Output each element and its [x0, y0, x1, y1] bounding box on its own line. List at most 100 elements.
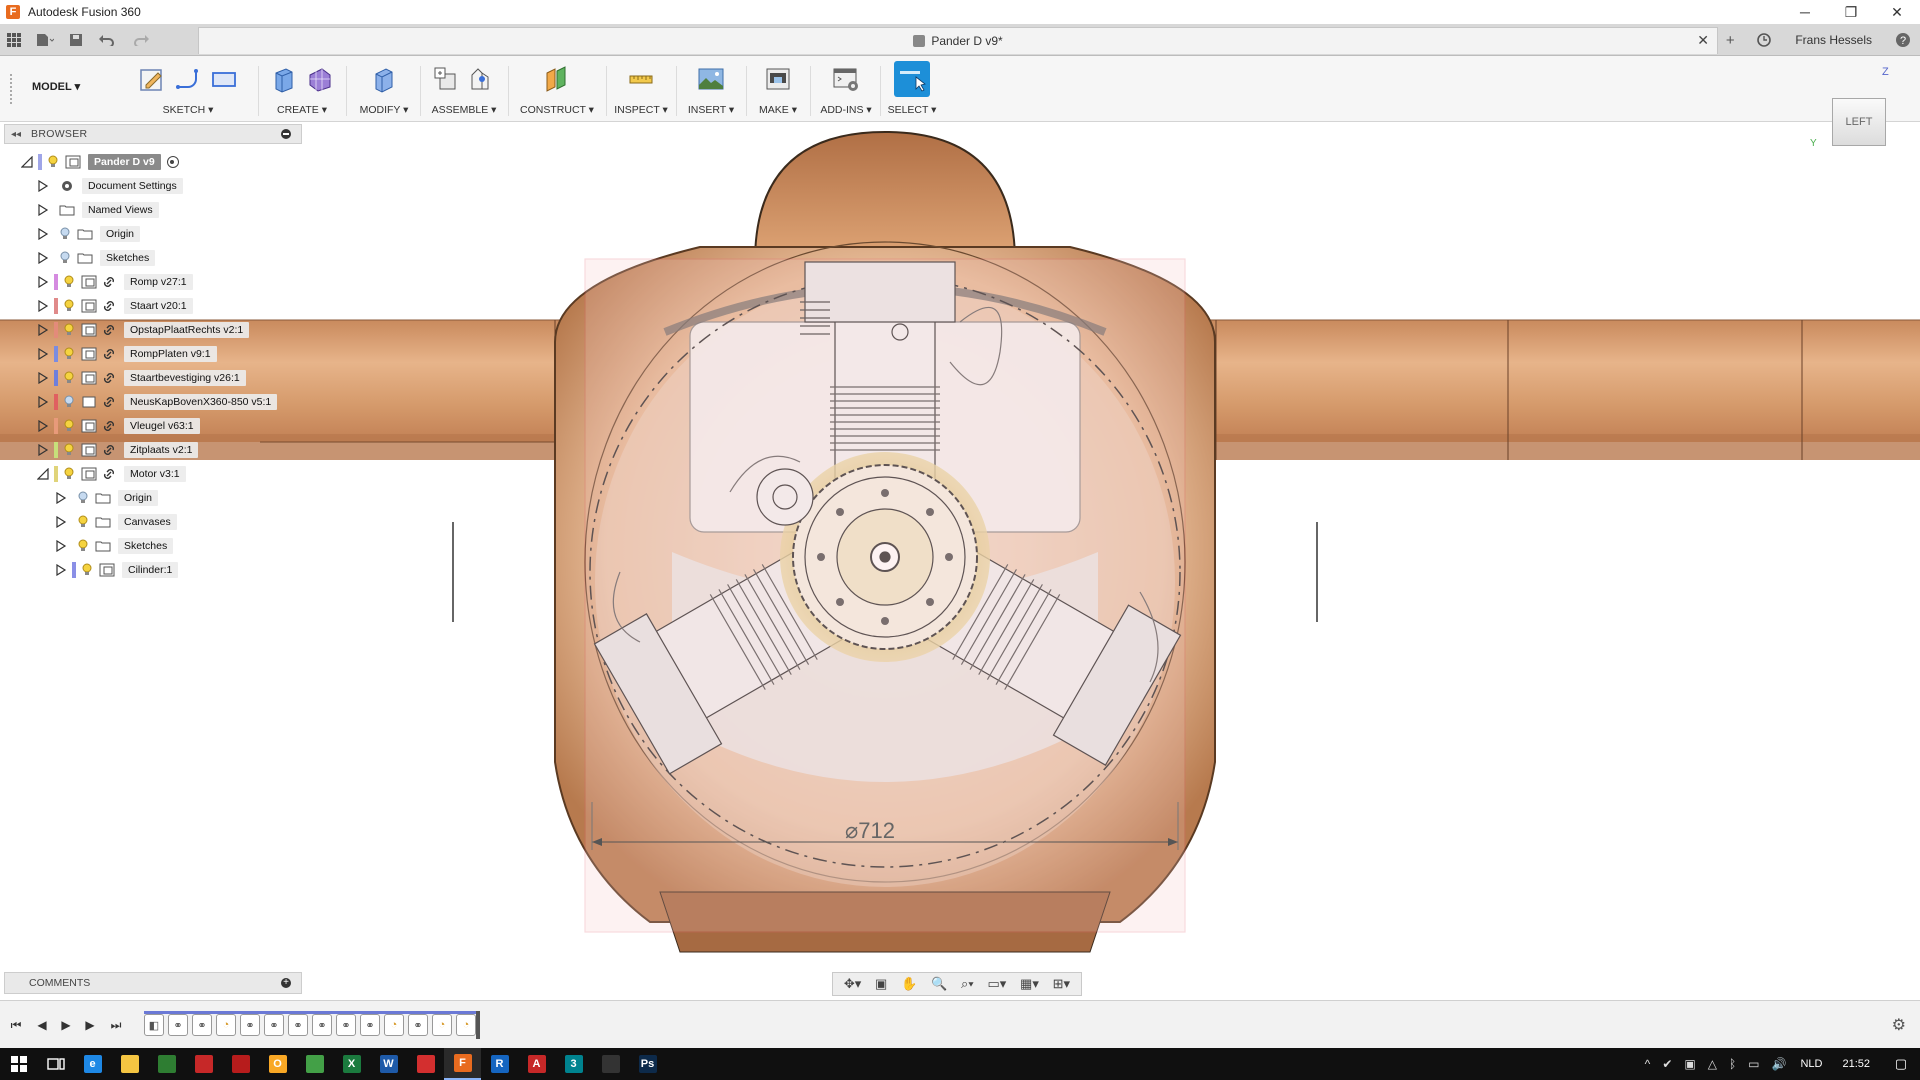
close-button[interactable]: ✕ [1874, 0, 1920, 24]
tree-node-component[interactable]: Zitplaats v2:1 [36, 440, 199, 460]
expand-arrow-icon[interactable] [36, 251, 50, 265]
redo-icon[interactable] [124, 26, 158, 54]
tree-node-canvases[interactable]: Canvases [54, 512, 177, 532]
grid-settings-icon[interactable]: ▦▾ [1020, 975, 1039, 993]
line-icon[interactable] [173, 64, 203, 94]
tree-label-root[interactable]: Pander D v9 [88, 154, 161, 170]
timeline-link-feature-icon[interactable]: ⚭ [168, 1014, 188, 1036]
tray-expand-icon[interactable]: ^ [1639, 1057, 1657, 1071]
tree-node-component[interactable]: Romp v27:1 [36, 272, 193, 292]
inspect-menu[interactable]: INSPECT ▾ [610, 104, 672, 116]
tree-label[interactable]: Origin [100, 226, 141, 242]
insert-image-icon[interactable] [696, 64, 726, 94]
taskbar-app-word[interactable]: W [370, 1048, 407, 1080]
timeline-last-icon[interactable]: ⏭ [106, 1015, 126, 1035]
timeline-sketch-feature-icon[interactable]: ◔ [216, 1014, 236, 1036]
taskbar-app-revit[interactable]: R [481, 1048, 518, 1080]
timeline-play-icon[interactable]: ▶ [56, 1015, 76, 1035]
tree-label[interactable]: Romp v27:1 [124, 274, 193, 290]
tree-label[interactable]: Sketches [100, 250, 156, 266]
assemble-group[interactable]: ASSEMBLE ▾ [424, 56, 504, 122]
collapse-arrow-icon[interactable] [36, 467, 50, 481]
expand-arrow-icon[interactable] [36, 299, 50, 313]
visibility-bulb-icon[interactable] [62, 346, 76, 362]
timeline-settings-icon[interactable]: ⚙ [1892, 1015, 1906, 1035]
addins-group[interactable]: ADD-INS ▾ [814, 56, 878, 122]
expand-arrow-icon[interactable] [36, 443, 50, 457]
modify-group[interactable]: MODIFY ▾ [350, 56, 418, 122]
addins-menu[interactable]: ADD-INS ▾ [814, 104, 878, 116]
view-cube[interactable]: Z Y LEFT [1810, 66, 1889, 150]
3d-print-icon[interactable] [763, 64, 793, 94]
expand-arrow-icon[interactable] [36, 323, 50, 337]
tray-shield-icon[interactable]: ✔ [1656, 1057, 1678, 1071]
expand-arrow-icon[interactable] [36, 347, 50, 361]
save-icon[interactable] [62, 26, 90, 54]
tray-bluetooth-icon[interactable]: ᛒ [1723, 1057, 1742, 1071]
input-language[interactable]: NLD [1792, 1058, 1830, 1070]
look-at-icon[interactable]: ▣ [875, 975, 887, 993]
visibility-bulb-off-icon[interactable] [62, 394, 76, 410]
visibility-bulb-off-icon[interactable] [58, 250, 72, 266]
display-settings-icon[interactable]: ▭▾ [987, 975, 1006, 993]
tree-label[interactable]: Document Settings [82, 178, 183, 194]
timeline-link-feature-icon[interactable]: ⚭ [288, 1014, 308, 1036]
model-canvas[interactable]: ⌀712 [0, 122, 1920, 1000]
timeline-link-feature-icon[interactable]: ⚭ [192, 1014, 212, 1036]
expand-arrow-icon[interactable] [36, 275, 50, 289]
taskbar-app-app-dark[interactable] [592, 1048, 629, 1080]
timeline-link-feature-icon[interactable]: ⚭ [240, 1014, 260, 1036]
visibility-bulb-icon[interactable] [76, 538, 90, 554]
visibility-bulb-icon[interactable] [62, 442, 76, 458]
expand-arrow-icon[interactable] [54, 563, 68, 577]
tree-label[interactable]: OpstapPlaatRechts v2:1 [124, 322, 250, 338]
visibility-bulb-icon[interactable] [62, 418, 76, 434]
system-clock[interactable]: 21:52 [1830, 1058, 1882, 1070]
select-icon[interactable] [894, 61, 930, 97]
workspace-switcher[interactable]: MODEL ▾ [32, 80, 80, 93]
visibility-bulb-icon[interactable] [62, 322, 76, 338]
make-group[interactable]: MAKE ▾ [750, 56, 806, 122]
expand-arrow-icon[interactable] [36, 371, 50, 385]
modify-menu[interactable]: MODIFY ▾ [350, 104, 418, 116]
visibility-bulb-icon[interactable] [80, 562, 94, 578]
create-sketch-icon[interactable] [137, 64, 167, 94]
tree-node-component[interactable]: OpstapPlaatRechts v2:1 [36, 320, 250, 340]
tree-node-motor[interactable]: Motor v3:1 [36, 464, 186, 484]
document-tab[interactable]: Pander D v9* ✕ [198, 27, 1718, 54]
inspect-group[interactable]: INSPECT ▾ [610, 56, 672, 122]
tree-label[interactable]: Cilinder:1 [122, 562, 179, 578]
tree-node-root[interactable]: Pander D v9 [20, 152, 179, 172]
offset-plane-icon[interactable] [542, 64, 572, 94]
expand-arrow-icon[interactable] [54, 491, 68, 505]
add-comment-icon[interactable]: + [281, 978, 291, 988]
tray-volume-icon[interactable]: 🔊 [1766, 1057, 1793, 1071]
extrude-icon[interactable] [269, 64, 299, 94]
new-component-icon[interactable] [431, 64, 461, 94]
tree-label[interactable]: Zitplaats v2:1 [124, 442, 199, 458]
expand-arrow-icon[interactable] [36, 179, 50, 193]
tree-node-component[interactable]: Vleugel v63:1 [36, 416, 200, 436]
grid-apps-icon[interactable] [0, 26, 28, 54]
select-menu[interactable]: SELECT ▾ [884, 104, 940, 116]
timeline-sketch-feature-icon[interactable]: ◔ [456, 1014, 476, 1036]
timeline-link-feature-icon[interactable]: ⚭ [360, 1014, 380, 1036]
timeline-link-feature-icon[interactable]: ⚭ [312, 1014, 332, 1036]
taskbar-app-app-green[interactable] [148, 1048, 185, 1080]
timeline-sketch-feature-icon[interactable]: ◔ [432, 1014, 452, 1036]
zoom-icon[interactable]: 🔍 [931, 975, 947, 993]
tree-node-cilinder[interactable]: Cilinder:1 [54, 560, 179, 580]
make-menu[interactable]: MAKE ▾ [750, 104, 806, 116]
timeline-previous-icon[interactable]: ◀ [32, 1015, 52, 1035]
expand-arrow-icon[interactable] [54, 539, 68, 553]
rectangle-icon[interactable] [209, 64, 239, 94]
tray-network-icon[interactable]: ▭ [1742, 1057, 1765, 1071]
user-account-button[interactable]: Frans Hessels [1781, 33, 1886, 47]
task-view-icon[interactable] [37, 1048, 74, 1080]
press-pull-icon[interactable] [369, 64, 399, 94]
expand-arrow-icon[interactable] [36, 227, 50, 241]
activate-radio-icon[interactable] [166, 156, 179, 168]
browser-panel-header[interactable]: ◂◂ BROWSER [4, 124, 302, 144]
collapse-arrow-icon[interactable] [20, 155, 34, 169]
tree-label[interactable]: Canvases [118, 514, 177, 530]
